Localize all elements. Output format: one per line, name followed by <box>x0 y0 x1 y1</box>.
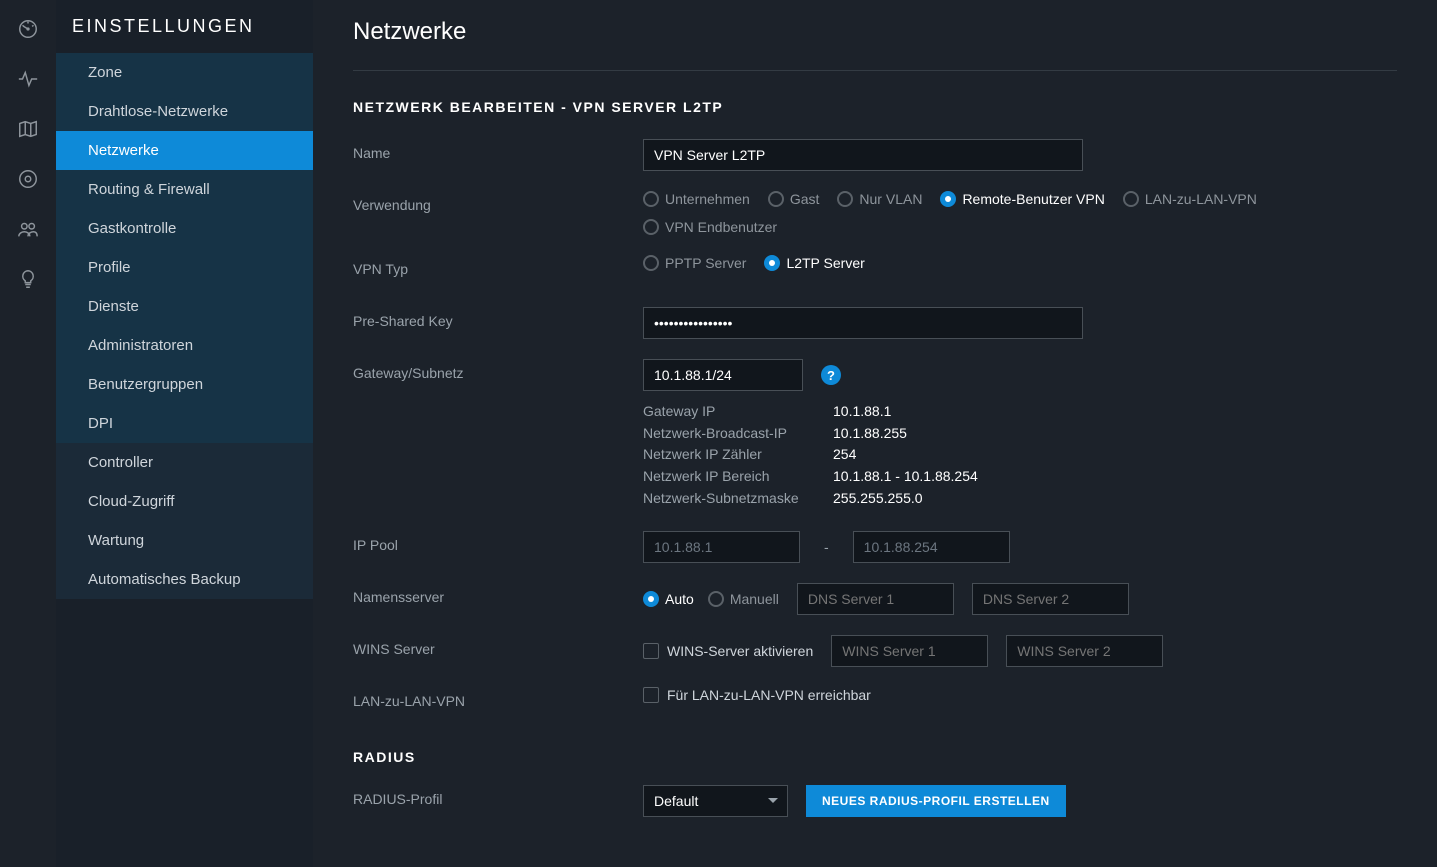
sidebar-item-12[interactable]: Wartung <box>56 521 313 560</box>
subnet-info: Gateway IP10.1.88.1Netzwerk-Broadcast-IP… <box>643 401 1397 509</box>
dashboard-icon[interactable] <box>17 18 39 40</box>
usage-radio-2[interactable]: Nur VLAN <box>837 191 922 207</box>
sidebar-item-3[interactable]: Routing & Firewall <box>56 170 313 209</box>
gateway-label: Gateway/Subnetz <box>353 359 643 381</box>
sidebar-title: EINSTELLUNGEN <box>56 16 313 53</box>
settings-sidebar: EINSTELLUNGEN ZoneDrahtlose-NetzwerkeNet… <box>56 0 313 867</box>
sidebar-item-10[interactable]: Controller <box>56 443 313 482</box>
usage-label: Verwendung <box>353 191 643 213</box>
usage-radio-4[interactable]: LAN-zu-LAN-VPN <box>1123 191 1257 207</box>
ip-pool-dash: - <box>818 539 835 555</box>
sidebar-item-6[interactable]: Dienste <box>56 287 313 326</box>
nameserver-radio-0[interactable]: Auto <box>643 591 694 607</box>
ip-pool-end-input[interactable] <box>853 531 1010 563</box>
psk-label: Pre-Shared Key <box>353 307 643 329</box>
info-val-2: 254 <box>833 444 856 466</box>
wins-label: WINS Server <box>353 635 643 657</box>
info-val-1: 10.1.88.255 <box>833 423 907 445</box>
info-val-0: 10.1.88.1 <box>833 401 891 423</box>
sidebar-item-11[interactable]: Cloud-Zugriff <box>56 482 313 521</box>
main-content: Netzwerke NETZWERK BEARBEITEN - VPN SERV… <box>313 0 1437 867</box>
dns1-input[interactable] <box>797 583 954 615</box>
sidebar-item-13[interactable]: Automatisches Backup <box>56 560 313 599</box>
nameserver-radio-1[interactable]: Manuell <box>708 591 779 607</box>
sidebar-item-1[interactable]: Drahtlose-Netzwerke <box>56 92 313 131</box>
ip-pool-start-input[interactable] <box>643 531 800 563</box>
iconbar <box>0 0 56 867</box>
radius-profile-label: RADIUS-Profil <box>353 785 643 807</box>
radius-profile-select-wrap: Default <box>643 785 788 817</box>
divider <box>353 70 1397 71</box>
page-title: Netzwerke <box>353 18 1397 46</box>
create-radius-profile-button[interactable]: NEUES RADIUS-PROFIL ERSTELLEN <box>806 785 1066 817</box>
vpn-type-radio-0[interactable]: PPTP Server <box>643 255 746 271</box>
info-key-1: Netzwerk-Broadcast-IP <box>643 423 833 445</box>
sidebar-item-0[interactable]: Zone <box>56 53 313 92</box>
wins1-input[interactable] <box>831 635 988 667</box>
usage-radio-3[interactable]: Remote-Benutzer VPN <box>940 191 1104 207</box>
sidebar-item-2[interactable]: Netzwerke <box>56 131 313 170</box>
statistics-icon[interactable] <box>17 68 39 90</box>
sidebar-item-9[interactable]: DPI <box>56 404 313 443</box>
lan2lan-checkbox[interactable]: Für LAN-zu-LAN-VPN erreichbar <box>643 687 871 703</box>
section-edit-network: NETZWERK BEARBEITEN - VPN SERVER L2TP <box>353 99 1397 115</box>
sidebar-item-7[interactable]: Administratoren <box>56 326 313 365</box>
info-key-3: Netzwerk IP Bereich <box>643 466 833 488</box>
map-icon[interactable] <box>17 118 39 140</box>
help-icon[interactable]: ? <box>821 365 841 385</box>
name-input[interactable] <box>643 139 1083 171</box>
vpn-type-label: VPN Typ <box>353 255 643 277</box>
info-val-4: 255.255.255.0 <box>833 488 923 510</box>
insights-icon[interactable] <box>17 268 39 290</box>
info-key-2: Netzwerk IP Zähler <box>643 444 833 466</box>
vpn-type-radio-1[interactable]: L2TP Server <box>764 255 864 271</box>
dns2-input[interactable] <box>972 583 1129 615</box>
usage-radio-1[interactable]: Gast <box>768 191 820 207</box>
wins-enable-checkbox[interactable]: WINS-Server aktivieren <box>643 643 813 659</box>
clients-icon[interactable] <box>17 218 39 240</box>
info-val-3: 10.1.88.1 - 10.1.88.254 <box>833 466 978 488</box>
devices-icon[interactable] <box>17 168 39 190</box>
section-radius: RADIUS <box>353 749 1397 765</box>
sidebar-item-8[interactable]: Benutzergruppen <box>56 365 313 404</box>
usage-radio-5[interactable]: VPN Endbenutzer <box>643 219 777 235</box>
name-label: Name <box>353 139 643 161</box>
sidebar-item-5[interactable]: Profile <box>56 248 313 287</box>
lan2lan-label: LAN-zu-LAN-VPN <box>353 687 643 709</box>
gateway-input[interactable] <box>643 359 803 391</box>
info-key-4: Netzwerk-Subnetzmaske <box>643 488 833 510</box>
info-key-0: Gateway IP <box>643 401 833 423</box>
ip-pool-label: IP Pool <box>353 531 643 553</box>
radius-profile-select[interactable]: Default <box>643 785 788 817</box>
usage-radio-0[interactable]: Unternehmen <box>643 191 750 207</box>
wins2-input[interactable] <box>1006 635 1163 667</box>
psk-input[interactable] <box>643 307 1083 339</box>
nameserver-label: Namensserver <box>353 583 643 605</box>
sidebar-item-4[interactable]: Gastkontrolle <box>56 209 313 248</box>
